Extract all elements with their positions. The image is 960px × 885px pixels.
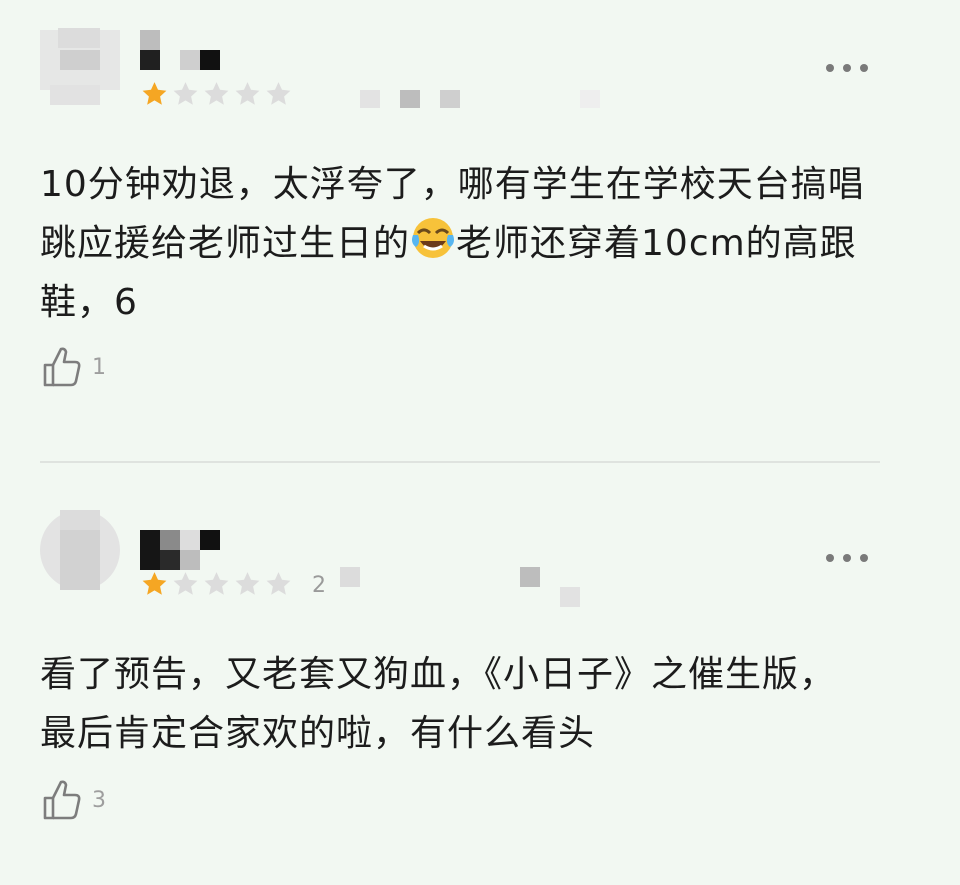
star-filled-icon	[140, 80, 169, 108]
star-empty-icon	[264, 570, 293, 598]
rating-stars	[140, 80, 293, 108]
more-dot	[843, 554, 851, 562]
like-button[interactable]: 1	[40, 343, 106, 391]
like-count: 3	[92, 787, 106, 813]
star-empty-icon	[202, 570, 231, 598]
thumbs-up-icon	[43, 780, 81, 820]
face-with-tears-of-joy-icon	[412, 218, 455, 258]
more-options-button[interactable]	[826, 58, 868, 78]
more-dot	[826, 554, 834, 562]
star-empty-icon	[233, 570, 262, 598]
review-card: 2 看了预告，又老套又狗血，《小日子》之催生版，最后肯定合家欢的啦，有什么看头 …	[0, 465, 960, 885]
star-empty-icon	[171, 570, 200, 598]
thumbs-up-icon	[43, 347, 81, 387]
more-dot	[860, 554, 868, 562]
like-count: 1	[92, 354, 106, 380]
more-options-button[interactable]	[826, 548, 868, 568]
review-text: 看了预告，又老套又狗血，《小日子》之催生版，最后肯定合家欢的啦，有什么看头	[40, 654, 837, 754]
more-dot	[843, 64, 851, 72]
review-card: 10分钟劝退，太浮夸了，哪有学生在学校天台搞唱跳应援给老师过生日的 老师还穿着1…	[0, 0, 960, 460]
rating-suffix: 2	[312, 573, 326, 598]
like-button[interactable]: 3	[40, 776, 106, 824]
star-empty-icon	[264, 80, 293, 108]
more-dot	[826, 64, 834, 72]
star-empty-icon	[171, 80, 200, 108]
star-filled-icon	[140, 570, 169, 598]
star-empty-icon	[202, 80, 231, 108]
star-empty-icon	[233, 80, 262, 108]
more-dot	[860, 64, 868, 72]
review-text: 10分钟劝退，太浮夸了，哪有学生在学校天台搞唱跳应援给老师过生日的 老师还穿着1…	[40, 155, 900, 332]
divider	[40, 461, 880, 463]
rating-stars	[140, 570, 293, 598]
